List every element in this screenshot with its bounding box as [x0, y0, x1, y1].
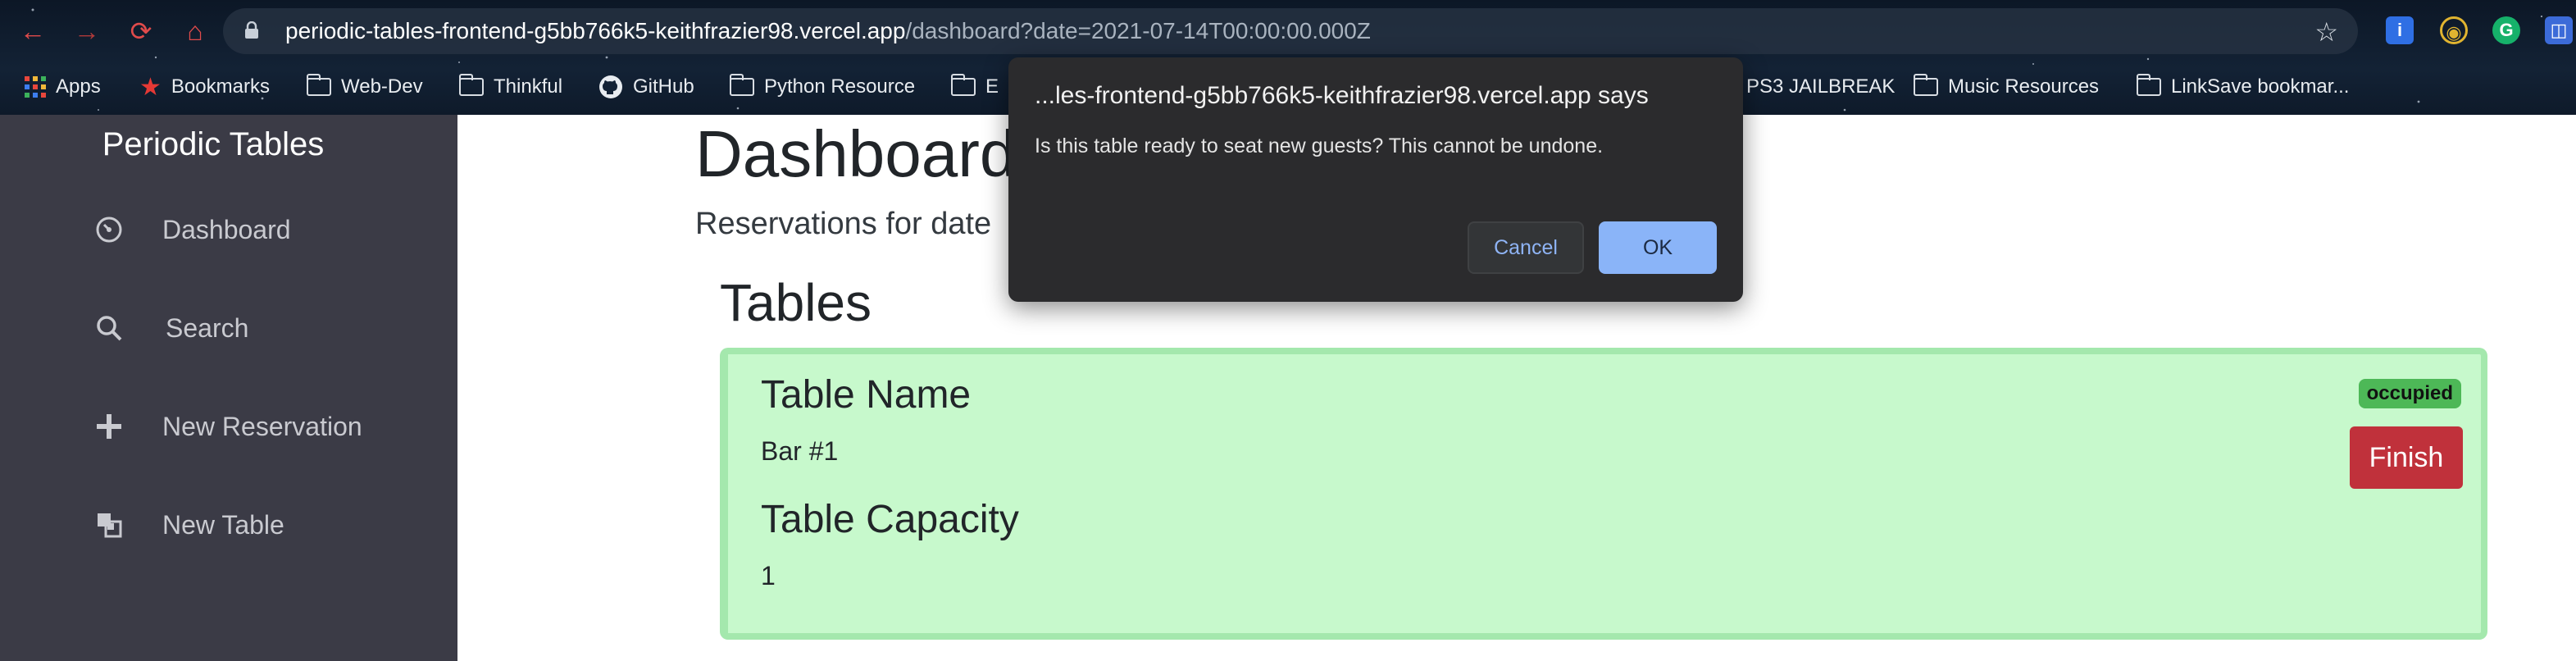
sidebar: Periodic Tables Dashboard Search New Res… — [0, 115, 457, 661]
dialog-message: Is this table ready to seat new guests? … — [1035, 134, 1604, 157]
folder-icon — [950, 74, 976, 96]
sidebar-item-label: New Reservation — [162, 411, 362, 441]
bookmark-label: Music Resources — [1948, 75, 2100, 98]
bookmark-label: Thinkful — [494, 75, 563, 98]
dashboard-gauge-icon — [90, 211, 128, 248]
bookmark-label: LinkSave bookmar... — [2171, 75, 2350, 98]
layers-icon — [90, 506, 128, 544]
bookmark-music-resources[interactable]: Music Resources — [1913, 67, 2100, 107]
grammarly-icon[interactable]: G — [2492, 16, 2520, 44]
folder-icon — [2136, 74, 2161, 96]
lock-icon — [245, 21, 258, 39]
bookmark-star-icon[interactable]: ☆ — [2314, 16, 2338, 48]
cancel-button[interactable]: Cancel — [1468, 221, 1584, 274]
finish-button[interactable]: Finish — [2350, 426, 2463, 489]
url-text: periodic-tables-frontend-g5bb766k5-keith… — [285, 18, 1371, 44]
bookmark-label: E — [985, 75, 999, 98]
folder-icon — [306, 74, 331, 96]
page-title: Dashboard — [695, 117, 1017, 190]
save-extension-icon[interactable]: ◫ — [2545, 16, 2573, 44]
bookmark-label: GitHub — [633, 75, 694, 98]
coin-extension-icon[interactable]: ◉ — [2440, 16, 2468, 44]
bookmark-label: PS3 JAILBREAK — [1746, 75, 1896, 98]
plus-icon — [90, 408, 128, 445]
bookmark-ps3-jailbreak[interactable]: PS3 JAILBREAK — [1746, 67, 1895, 107]
sidebar-item-label: New Table — [162, 509, 284, 540]
bookmark-label: Web-Dev — [341, 75, 423, 98]
confirm-dialog: ...les-frontend-g5bb766k5-keithfrazier98… — [1008, 57, 1743, 302]
folder-icon — [729, 74, 754, 96]
bookmark-github[interactable]: GitHub — [598, 67, 694, 107]
bookmark-e[interactable]: E — [950, 67, 999, 107]
bookmark-label: Apps — [56, 75, 101, 98]
dialog-title: ...les-frontend-g5bb766k5-keithfrazier98… — [1035, 82, 1649, 109]
star-icon: ★ — [139, 73, 162, 101]
info-extension-icon[interactable]: i — [2386, 16, 2414, 44]
sidebar-item-search[interactable]: Search — [90, 303, 248, 353]
reload-icon[interactable]: ⟳ — [126, 16, 156, 46]
bookmark-label: Python Resource — [764, 75, 916, 98]
url-path: /dashboard?date=2021-07-14T00:00:00.000Z — [905, 18, 1371, 43]
sidebar-item-label: Search — [166, 312, 249, 343]
apps-grid-icon — [25, 76, 46, 98]
sidebar-item-new-reservation[interactable]: New Reservation — [90, 402, 362, 451]
bookmark-web-dev[interactable]: Web-Dev — [306, 67, 423, 107]
brand-title[interactable]: Periodic Tables — [0, 126, 426, 163]
bookmark-thinkful[interactable]: Thinkful — [458, 67, 563, 107]
back-arrow-icon[interactable]: ← — [18, 16, 48, 46]
reservations-date-heading: Reservations for date — [695, 207, 992, 241]
sidebar-item-dashboard[interactable]: Dashboard — [90, 205, 291, 254]
github-icon — [599, 75, 622, 98]
bookmark-apps[interactable]: Apps — [25, 67, 101, 107]
ok-button[interactable]: OK — [1599, 221, 1717, 274]
table-name-label: Table Name — [761, 373, 972, 417]
sidebar-item-label: Dashboard — [162, 214, 291, 244]
folder-icon — [1913, 74, 1938, 96]
bookmark-python-resource[interactable]: Python Resource — [729, 67, 916, 107]
table-capacity-label: Table Capacity — [761, 498, 1019, 541]
folder-icon — [458, 74, 484, 96]
sidebar-item-new-table[interactable]: New Table — [90, 500, 284, 549]
tables-heading: Tables — [720, 273, 872, 332]
search-icon — [90, 309, 128, 347]
forward-arrow-icon[interactable]: → — [72, 16, 102, 46]
bookmark-bookmarks[interactable]: ★ Bookmarks — [139, 67, 270, 107]
bookmark-label: Bookmarks — [171, 75, 270, 98]
address-bar[interactable]: periodic-tables-frontend-g5bb766k5-keith… — [223, 8, 2358, 54]
table-capacity-value: 1 — [761, 561, 776, 590]
bookmark-linksave[interactable]: LinkSave bookmar... — [2136, 67, 2350, 107]
table-name-value: Bar #1 — [761, 436, 839, 466]
table-card: Table Name Bar #1 Table Capacity 1 occup… — [720, 348, 2487, 640]
url-host: periodic-tables-frontend-g5bb766k5-keith… — [285, 18, 906, 43]
status-badge: occupied — [2358, 379, 2461, 408]
home-icon[interactable]: ⌂ — [180, 16, 210, 46]
